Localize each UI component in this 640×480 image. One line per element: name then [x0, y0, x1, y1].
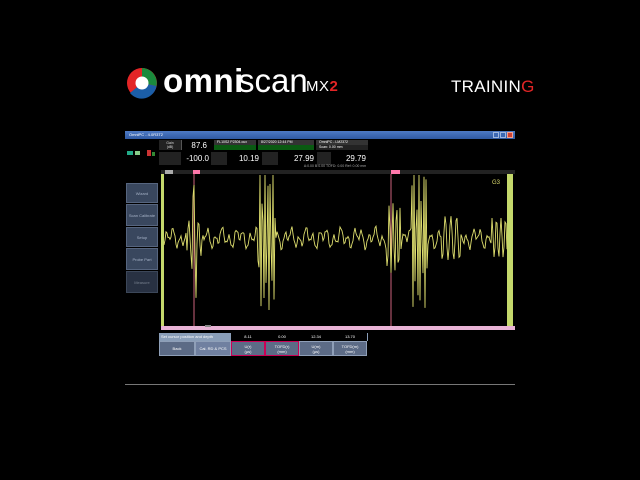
ref-marker-left: [165, 170, 173, 174]
reading-4: 29.79: [345, 154, 366, 163]
left-amplitude-bar: [161, 174, 164, 326]
window-title: OmniPC - 4.0R3T2: [129, 132, 164, 137]
menu-measure[interactable]: Measure: [126, 271, 158, 293]
reading-2-label: [211, 152, 227, 165]
status-indicators: [125, 139, 159, 169]
field-tofd-ref-label[interactable]: TOFD(r) (mm): [265, 341, 299, 356]
training-prefix: TRAININ: [451, 77, 522, 96]
reading-1: -100.0: [186, 154, 209, 163]
maximize-button[interactable]: [500, 132, 506, 138]
menu-wizard[interactable]: Wizard: [126, 183, 158, 203]
info-status-green-2: [258, 145, 314, 150]
back-button[interactable]: Back: [159, 341, 195, 356]
field-u-ref-label[interactable]: U(r) (µs): [231, 341, 265, 356]
ascan-display[interactable]: G3: [161, 170, 515, 330]
brand-omni-text: omni: [163, 62, 244, 99]
field-tofd-meas-label[interactable]: TOFD(m) (mm): [333, 341, 367, 356]
top-ruler: [161, 170, 515, 174]
cursor-marker-top-2: [391, 170, 400, 174]
menu-probe-part[interactable]: Probe Part: [126, 248, 158, 270]
row2-label-cell: [159, 152, 181, 165]
right-amplitude-bar: [507, 174, 513, 326]
gain-value[interactable]: 87.6: [181, 141, 207, 150]
gate-readout: A:0.00 B:0.00 TOFD: 0.00 Ref: 0.00 mm: [303, 164, 367, 168]
brand-model: MX2: [306, 78, 338, 95]
field-tofd-ref-value[interactable]: 0.00: [265, 333, 299, 341]
field-tofd-meas-value[interactable]: 13.70: [333, 333, 367, 341]
info-scan: Scan: 0.00 mm: [316, 145, 368, 150]
brand-model-number: 2: [329, 78, 339, 95]
menu-setup[interactable]: Setup: [126, 227, 158, 247]
gain-label-cell: Gain (dB): [159, 140, 182, 150]
gain-label: Gain (dB): [166, 141, 174, 149]
window-titlebar: OmniPC - 4.0R3T2: [125, 131, 515, 139]
omnipc-window: OmniPC - 4.0R3T2 Gain (dB) 87.6 FL10S2 P…: [125, 131, 515, 357]
training-label: TRAINING: [451, 77, 535, 97]
ruler-tick-marker: [205, 325, 211, 327]
training-suffix: G: [521, 77, 535, 96]
cal-rd-pcs-button[interactable]: Cal. RD & PCS: [195, 341, 231, 356]
field-u-ref-value[interactable]: 8.11: [231, 333, 265, 341]
info-status-green: [214, 145, 256, 150]
bottom-ruler: [161, 326, 515, 330]
omniscan-logo: [127, 68, 157, 99]
measurement-header: Gain (dB) 87.6 FL10S2 P2304.oux 8/27/202…: [159, 140, 369, 167]
reading-2: 10.19: [238, 154, 259, 163]
minimize-button[interactable]: [493, 132, 499, 138]
field-u-meas-label[interactable]: U(m) (µs): [299, 341, 333, 356]
brand-scan-text: scan: [238, 62, 308, 99]
close-button[interactable]: [507, 132, 513, 138]
brand-model-letters: MX: [306, 78, 330, 95]
field-u-meas-value[interactable]: 12.34: [299, 333, 333, 341]
ascan-background: [161, 170, 515, 330]
cursor-marker-top: [193, 170, 200, 174]
gate-label-g3: G3: [492, 180, 501, 186]
status-icons: [127, 150, 155, 156]
reading-3: 27.99: [293, 154, 314, 163]
bottom-divider: [125, 384, 515, 385]
reading-3-label: [262, 152, 278, 165]
menu-scan-calibrate[interactable]: Scan Calibrate: [126, 204, 158, 226]
